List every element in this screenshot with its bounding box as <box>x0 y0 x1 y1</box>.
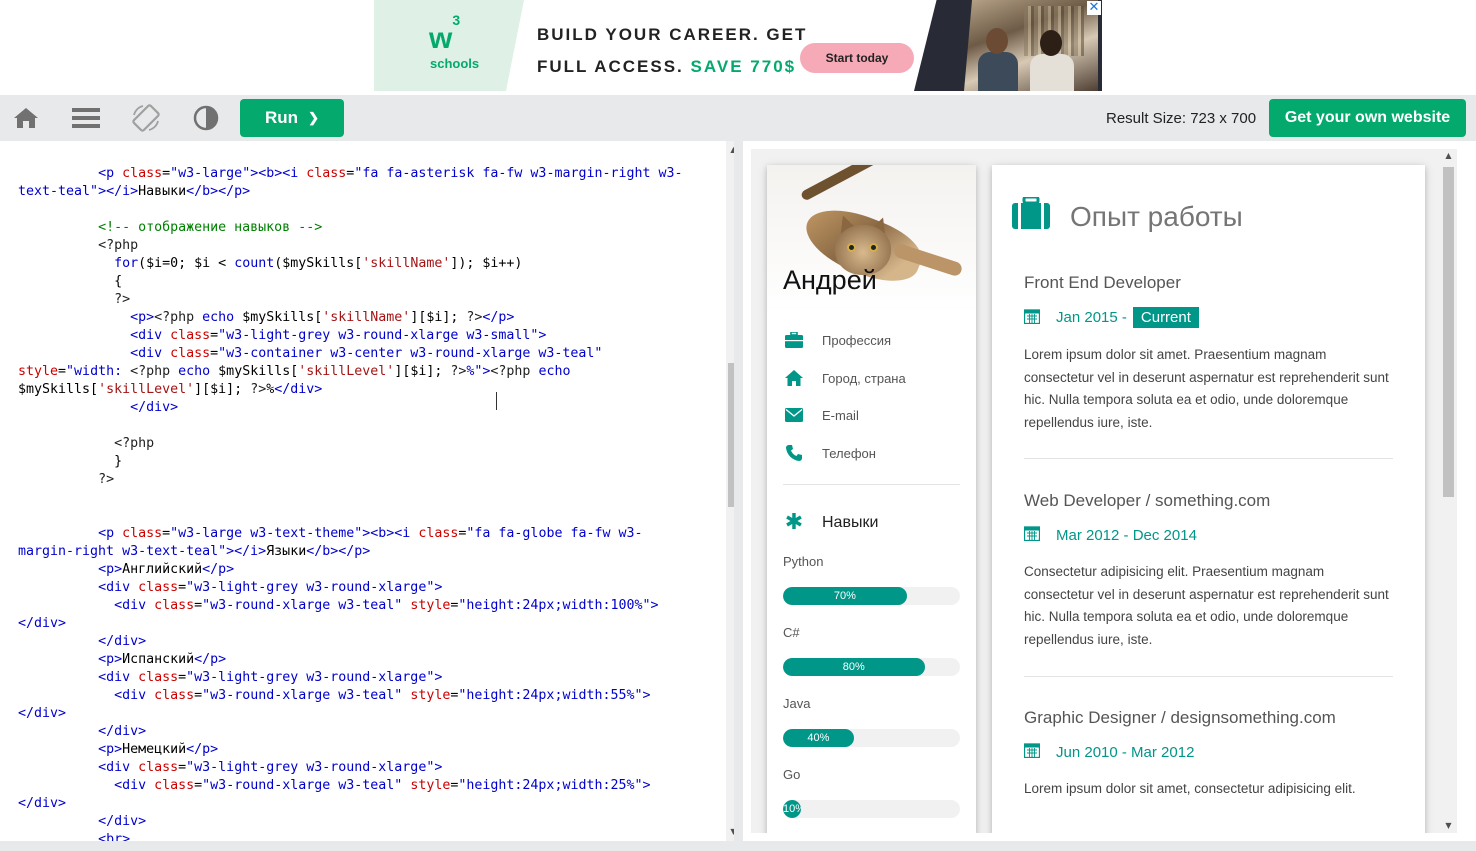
job-description: Consectetur adipisicing elit. Praesentiu… <box>1024 564 1389 647</box>
briefcase-icon <box>783 332 805 348</box>
editor-toolbar: Run ❯ Result Size: 723 x 700 Get your own… <box>0 95 1476 141</box>
skill-bar-fill: 10% <box>783 800 801 818</box>
home-icon[interactable] <box>9 102 43 134</box>
skill-bar-fill: 80% <box>783 658 925 676</box>
experience-card: Опыт работы Front End Developer Jan 2015… <box>992 165 1425 833</box>
asterisk-icon: ✱ <box>784 510 804 535</box>
skill-name: Java <box>783 696 811 711</box>
bottom-bar <box>0 841 1476 851</box>
calendar-icon <box>1023 525 1041 545</box>
result-size-label: Result Size: 723 x 700 <box>1106 110 1257 127</box>
skill-bar: 80% <box>783 658 960 676</box>
info-city: Город, страна <box>783 368 906 388</box>
job-date: Jan 2015 - Current <box>1023 307 1394 328</box>
skill-bar-fill: 40% <box>783 729 854 747</box>
profile-photo: Андрей <box>767 165 976 315</box>
job-title: Web Developer / something.com <box>1024 491 1271 510</box>
skill-bar: 40% <box>783 729 960 747</box>
info-email: E-mail <box>783 405 859 425</box>
job-entry: Front End Developer Jan 2015 - Current L… <box>1023 273 1394 434</box>
calendar-icon <box>1023 742 1041 762</box>
skill-bar: 10% <box>783 800 960 818</box>
panel-divider[interactable] <box>734 141 743 851</box>
job-divider <box>1024 676 1393 677</box>
code-editor[interactable]: <p class="w3-large"><b><i class="fa fa-a… <box>10 141 741 847</box>
job-description: Lorem ipsum dolor sit amet, consectetur … <box>1024 781 1356 796</box>
experience-heading: Опыт работы <box>1012 195 1243 236</box>
profile-card: Андрей Профессия Город, страна E-mail Те… <box>767 165 976 833</box>
skill-name: C# <box>783 625 800 640</box>
suitcase-icon <box>1012 195 1050 236</box>
home-icon <box>783 370 805 386</box>
code-text[interactable]: <p class="w3-large"><b><i class="fa fa-a… <box>18 165 714 849</box>
skill-name: Go <box>783 767 801 782</box>
job-title: Graphic Designer / designsomething.com <box>1024 708 1336 727</box>
w3schools-logo: w3 schools <box>374 0 524 91</box>
get-own-website-button[interactable]: Get your own website <box>1269 99 1466 137</box>
job-description: Lorem ipsum dolor sit amet. Praesentium … <box>1024 347 1389 430</box>
job-title: Front End Developer <box>1024 273 1181 292</box>
scrollbar-thumb[interactable] <box>1443 167 1454 497</box>
menu-icon[interactable] <box>69 102 103 134</box>
phone-icon <box>783 445 805 461</box>
chevron-right-icon: ❯ <box>308 110 319 125</box>
skills-heading: ✱ Навыки <box>784 510 879 535</box>
info-phone: Телефон <box>783 443 876 463</box>
result-scrollbar[interactable]: ▲ ▼ <box>1440 149 1457 833</box>
info-profession: Профессия <box>783 330 891 350</box>
contrast-icon[interactable] <box>189 102 223 134</box>
profile-name: Андрей <box>783 265 877 295</box>
job-entry: Web Developer / something.com Mar 2012 -… <box>1023 491 1394 651</box>
job-date: Mar 2012 - Dec 2014 <box>1023 525 1394 545</box>
job-entry: Graphic Designer / designsomething.com J… <box>1023 708 1394 801</box>
envelope-icon <box>783 408 805 422</box>
scroll-down-arrow-icon[interactable]: ▼ <box>1440 819 1457 833</box>
skill-name: Python <box>783 554 824 569</box>
text-cursor <box>496 392 497 410</box>
rotate-icon[interactable] <box>129 102 163 134</box>
ad-headline: BUILD YOUR CAREER. GET FULL ACCESS. SAVE… <box>537 25 808 76</box>
scroll-up-arrow-icon[interactable]: ▲ <box>1440 149 1457 163</box>
job-date: Jun 2010 - Mar 2012 <box>1023 742 1394 762</box>
ad-close-icon[interactable]: ✕ <box>1087 1 1101 15</box>
skill-bar: 70% <box>783 587 960 605</box>
ad-banner[interactable]: w3 schools BUILD YOUR CAREER. GET FULL A… <box>374 0 1102 91</box>
ad-start-today-button[interactable]: Start today <box>800 43 914 73</box>
current-badge: Current <box>1132 307 1199 328</box>
calendar-icon <box>1023 308 1041 328</box>
job-divider <box>1024 458 1393 459</box>
profile-divider <box>783 484 960 485</box>
result-panel: Андрей Профессия Город, страна E-mail Те… <box>743 141 1468 841</box>
run-button[interactable]: Run ❯ <box>240 99 344 137</box>
skill-bar-fill: 70% <box>783 587 907 605</box>
ad-photo <box>964 0 1098 91</box>
result-page: Андрей Профессия Город, страна E-mail Те… <box>751 149 1445 833</box>
